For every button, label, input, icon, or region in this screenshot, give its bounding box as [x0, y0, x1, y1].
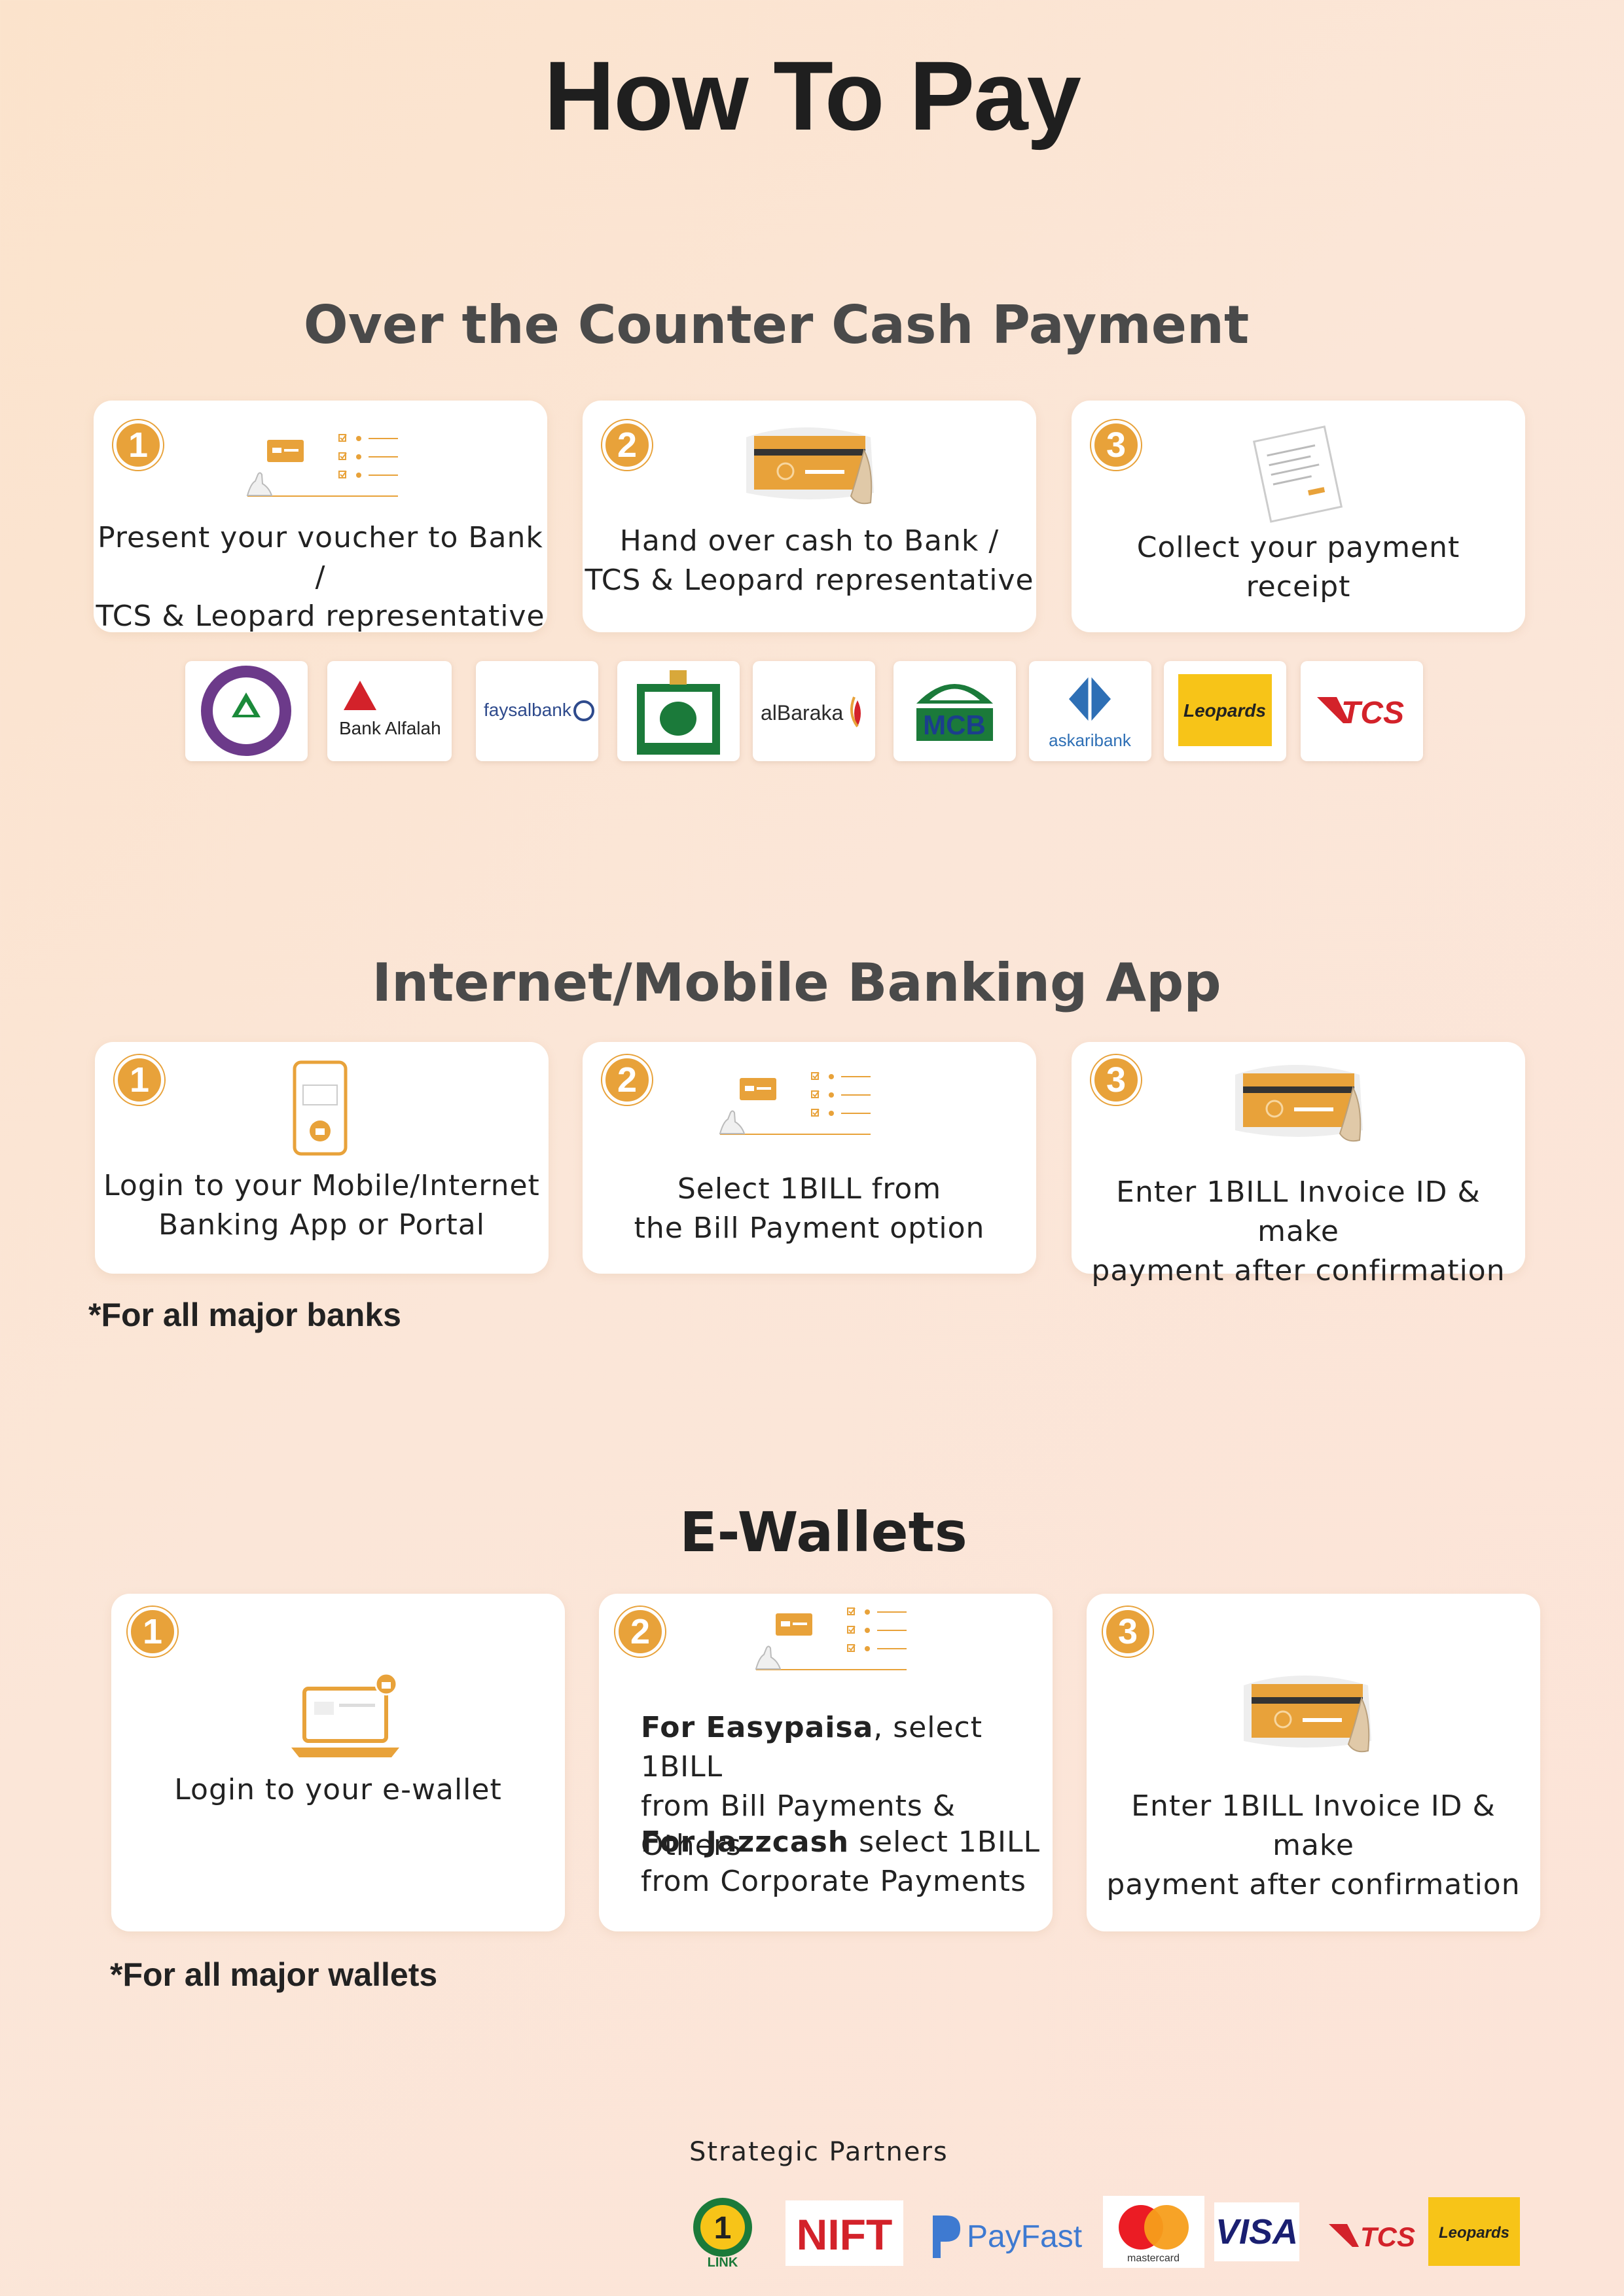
- tcs-logo: TCS: [1301, 661, 1423, 761]
- nift-logo: NIFT: [785, 2200, 903, 2266]
- mcb-text: MCB: [923, 709, 986, 740]
- step-line-2: receipt: [1246, 570, 1351, 603]
- visa-logo: VISA: [1214, 2202, 1299, 2261]
- visa-text: VISA: [1216, 2212, 1298, 2251]
- cash-hand-icon: [745, 426, 875, 505]
- step-line-1: Collect your payment: [1136, 531, 1460, 564]
- askaribank-logo: askaribank: [1029, 661, 1151, 761]
- step-line-2: Banking App or Portal: [158, 1208, 485, 1242]
- step-number: 3: [1091, 420, 1141, 470]
- step-number: 1: [115, 1055, 164, 1105]
- internet-step-2-text: Select 1BILL from the Bill Payment optio…: [583, 1170, 1036, 1248]
- meezan-bank-logo: [185, 661, 308, 761]
- tcs-text: TCS: [1360, 2221, 1415, 2252]
- page-title: How To Pay: [544, 41, 1081, 151]
- bank-alfalah-logo: Bank Alfalah: [327, 661, 452, 761]
- step-number: 3: [1091, 1055, 1141, 1105]
- mastercard-text: mastercard: [1127, 2253, 1180, 2264]
- nift-text: NIFT: [797, 2210, 893, 2259]
- counter-step-2-text: Hand over cash to Bank / TCS & Leopard r…: [583, 522, 1036, 600]
- cash-hand-icon: [1234, 1064, 1364, 1142]
- jazzcash-rest: select 1BILL: [849, 1825, 1040, 1859]
- faysalbank-logo: faysalbank: [476, 661, 598, 761]
- leopards-partner-logo: Leopards: [1428, 2197, 1520, 2266]
- section-title-internet: Internet/Mobile Banking App: [372, 952, 1221, 1013]
- banks-note: *For all major banks: [88, 1297, 401, 1333]
- alfalah-text: Bank Alfalah: [339, 718, 441, 738]
- receipt-icon: [1252, 425, 1343, 523]
- national-bank-logo: [617, 661, 740, 761]
- jazzcash-label: For Jazzcash: [641, 1825, 850, 1859]
- wallet-step-3-text: Enter 1BILL Invoice ID & make payment af…: [1087, 1787, 1540, 1905]
- counter-step-3-text: Collect your payment receipt: [1072, 528, 1525, 607]
- albaraka-logo: alBaraka: [753, 661, 875, 761]
- tcs-text: TCS: [1341, 696, 1404, 730]
- mastercard-logo: mastercard: [1103, 2196, 1204, 2268]
- leopards-text: Leopards: [1439, 2224, 1509, 2242]
- onelink-text: LINK: [708, 2255, 738, 2268]
- mobile-phone-icon: [293, 1060, 348, 1156]
- step-number: 2: [602, 420, 652, 470]
- voucher-checklist-icon: [719, 1072, 871, 1135]
- counter-step-1-text: Present your voucher to Bank / TCS & Leo…: [94, 518, 547, 636]
- wallet-step-2-card: 2 For Easypaisa, select 1BILL from Bill …: [599, 1594, 1053, 1931]
- leopards-text: Leopards: [1183, 700, 1266, 721]
- internet-step-1-card: 1 Login to your Mobile/Internet Banking …: [95, 1042, 549, 1274]
- easypaisa-label: For Easypaisa: [641, 1711, 874, 1744]
- voucher-checklist-icon: [755, 1607, 907, 1670]
- step-number: 3: [1103, 1607, 1153, 1657]
- internet-step-3-text: Enter 1BILL Invoice ID & make payment af…: [1072, 1173, 1525, 1291]
- step-number: 1: [128, 1607, 177, 1657]
- step-line-2: payment after confirmation: [1106, 1868, 1521, 1901]
- step-line-2: payment after confirmation: [1091, 1254, 1506, 1287]
- section-title-counter: Over the Counter Cash Payment: [303, 295, 1250, 355]
- leopards-logo: Leopards: [1164, 661, 1286, 761]
- step-number: 2: [602, 1055, 652, 1105]
- jazzcash-line-2: from Corporate Payments: [641, 1865, 1026, 1898]
- payfast-text: PayFast: [967, 2219, 1082, 2254]
- counter-step-2-card: 2 Hand over cash to Bank / TCS & Leopard…: [583, 401, 1036, 632]
- askari-text: askaribank: [1049, 730, 1132, 750]
- step-line-1: Login to your Mobile/Internet: [103, 1169, 540, 1202]
- wallets-note: *For all major wallets: [110, 1956, 438, 1993]
- internet-step-2-card: 2 Select 1BILL from the Bill Payment opt…: [583, 1042, 1036, 1274]
- internet-step-3-card: 3 Enter 1BILL Invoice ID & make payment …: [1072, 1042, 1525, 1287]
- step-line-1: Hand over cash to Bank /: [619, 524, 1000, 558]
- step-line-1: Select 1BILL from: [677, 1172, 942, 1206]
- step-number: 1: [113, 420, 163, 470]
- voucher-checklist-icon: [247, 434, 399, 497]
- step-number: 2: [615, 1607, 665, 1657]
- step-line-2: the Bill Payment option: [634, 1211, 985, 1245]
- step-line-1: Enter 1BILL Invoice ID & make: [1131, 1789, 1496, 1862]
- cash-hand-icon: [1242, 1674, 1373, 1753]
- wallet-step-3-card: 3 Enter 1BILL Invoice ID & make payment …: [1087, 1594, 1540, 1931]
- onelink-logo: 1 LINK: [685, 2196, 761, 2270]
- payfast-logo: PayFast: [926, 2206, 1096, 2265]
- tcs-partner-logo: TCS: [1322, 2206, 1424, 2261]
- jazzcash-instruction: For Jazzcash select 1BILL from Corporate…: [641, 1823, 1040, 1901]
- wallet-step-1-text: Login to your e-wallet: [174, 1773, 502, 1806]
- step-line-2: TCS & Leopard representative: [585, 564, 1034, 597]
- laptop-lock-icon: [291, 1672, 399, 1757]
- internet-step-1-text: Login to your Mobile/Internet Banking Ap…: [95, 1166, 549, 1245]
- step-line-1: Present your voucher to Bank /: [98, 521, 543, 594]
- step-line-1: Enter 1BILL Invoice ID & make: [1116, 1175, 1481, 1248]
- step-line-2: TCS & Leopard representative: [96, 600, 545, 633]
- wallet-step-1-card: 1 Login to your e-wallet: [111, 1594, 565, 1931]
- faysal-text: faysalbank: [484, 700, 572, 720]
- svg-text:1: 1: [714, 2211, 732, 2246]
- section-title-wallets: E-Wallets: [679, 1500, 967, 1564]
- mcb-logo: MCB: [893, 661, 1016, 761]
- strategic-partners-label: Strategic Partners: [689, 2137, 948, 2167]
- albaraka-text: alBaraka: [761, 701, 844, 725]
- counter-step-1-card: 1 Present your voucher to Bank / TCS & L…: [94, 401, 547, 633]
- counter-step-3-card: 3 Collect your payment receipt: [1072, 401, 1525, 632]
